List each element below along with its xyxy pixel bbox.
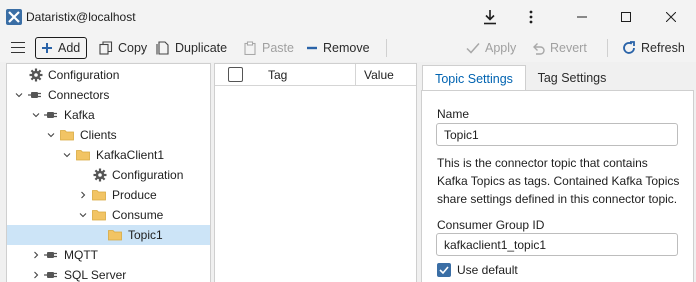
minus-icon bbox=[307, 46, 317, 50]
tree-item-kafka[interactable]: Kafka bbox=[7, 105, 210, 125]
undo-icon bbox=[533, 42, 545, 55]
download-icon bbox=[484, 10, 496, 25]
folder-icon bbox=[92, 210, 106, 221]
toolbar-divider bbox=[607, 39, 608, 57]
column-divider[interactable] bbox=[355, 64, 356, 86]
window-title: Dataristix@localhost bbox=[26, 10, 136, 24]
topic-settings-panel: Name This is the connector topic that co… bbox=[421, 90, 694, 282]
revert-button[interactable]: Revert bbox=[531, 37, 587, 59]
description-line: Kafka Topics as tags. Contained Kafka To… bbox=[437, 174, 680, 188]
tree-item-mqtt[interactable]: MQTT bbox=[7, 245, 210, 265]
close-icon bbox=[666, 12, 676, 22]
topic-description: This is the connector topic that contain… bbox=[437, 154, 689, 208]
menu-icon[interactable] bbox=[11, 42, 25, 54]
close-button[interactable] bbox=[648, 0, 694, 34]
folder-icon bbox=[108, 230, 122, 241]
description-line: share settings defined in this connector… bbox=[437, 192, 678, 206]
refresh-button[interactable]: Refresh bbox=[622, 37, 685, 59]
refresh-icon bbox=[623, 41, 635, 54]
tree-item-configuration[interactable]: Configuration bbox=[7, 65, 210, 85]
table-header: Tag Value bbox=[215, 64, 416, 86]
folder-icon bbox=[92, 190, 106, 201]
plug-icon bbox=[44, 272, 57, 278]
name-label: Name bbox=[437, 107, 470, 121]
plus-icon bbox=[42, 43, 52, 53]
remove-button[interactable]: Remove bbox=[306, 37, 370, 59]
apply-button[interactable]: Apply bbox=[466, 37, 516, 59]
more-options-button[interactable] bbox=[508, 0, 554, 34]
checkmark-icon bbox=[439, 266, 449, 275]
tag-table[interactable]: Tag Value bbox=[214, 63, 417, 282]
description-line: This is the connector topic that contain… bbox=[437, 156, 648, 170]
use-default-label: Use default bbox=[457, 263, 518, 277]
app-logo-icon bbox=[6, 9, 22, 25]
tab-tag-settings[interactable]: Tag Settings bbox=[526, 65, 618, 91]
chevron-right-icon[interactable] bbox=[78, 190, 88, 200]
plug-icon bbox=[44, 252, 57, 258]
gear-icon bbox=[29, 68, 43, 82]
chevron-down-icon[interactable] bbox=[46, 130, 56, 140]
select-all-checkbox[interactable] bbox=[228, 67, 243, 82]
duplicate-button[interactable]: Duplicate bbox=[156, 37, 227, 59]
chevron-down-icon[interactable] bbox=[14, 90, 24, 100]
toolbar-divider bbox=[386, 39, 387, 57]
tab-topic-settings[interactable]: Topic Settings bbox=[422, 65, 526, 91]
connector-tree[interactable]: Configuration Connectors Kafka Clients K… bbox=[6, 63, 211, 282]
chevron-down-icon[interactable] bbox=[31, 110, 41, 120]
consumer-group-field[interactable] bbox=[436, 233, 678, 256]
name-field[interactable] bbox=[436, 123, 678, 146]
title-bar: Dataristix@localhost bbox=[0, 0, 696, 34]
tree-item-kafkaclient1[interactable]: KafkaClient1 bbox=[7, 145, 210, 165]
tree-item-sql-server[interactable]: SQL Server bbox=[7, 265, 210, 282]
download-button[interactable] bbox=[467, 0, 513, 34]
paste-button[interactable]: Paste bbox=[243, 37, 294, 59]
checkmark-icon bbox=[466, 43, 480, 54]
folder-icon bbox=[76, 150, 90, 161]
paste-icon bbox=[244, 41, 256, 55]
maximize-button[interactable] bbox=[603, 0, 649, 34]
tree-item-clients[interactable]: Clients bbox=[7, 125, 210, 145]
copy-icon bbox=[99, 41, 113, 55]
chevron-right-icon[interactable] bbox=[31, 250, 41, 260]
gear-icon bbox=[93, 168, 107, 182]
tree-item-topic1[interactable]: Topic1 bbox=[7, 225, 210, 245]
more-vertical-icon bbox=[529, 10, 533, 24]
maximize-icon bbox=[621, 12, 631, 22]
minimize-button[interactable] bbox=[559, 0, 605, 34]
folder-icon bbox=[60, 130, 74, 141]
column-header-value[interactable]: Value bbox=[364, 68, 394, 82]
consumer-group-label: Consumer Group ID bbox=[437, 218, 545, 232]
use-default-checkbox[interactable] bbox=[437, 263, 451, 277]
copy-button[interactable]: Copy bbox=[99, 37, 147, 59]
chevron-right-icon[interactable] bbox=[31, 270, 41, 280]
tree-item-client-configuration[interactable]: Configuration bbox=[7, 165, 210, 185]
column-header-tag[interactable]: Tag bbox=[268, 68, 287, 82]
tree-item-consume[interactable]: Consume bbox=[7, 205, 210, 225]
minimize-icon bbox=[577, 16, 587, 18]
tree-item-connectors[interactable]: Connectors bbox=[7, 85, 210, 105]
settings-tabs: Topic Settings Tag Settings bbox=[420, 63, 696, 91]
plug-icon bbox=[44, 112, 57, 118]
tree-item-produce[interactable]: Produce bbox=[7, 185, 210, 205]
duplicate-icon bbox=[156, 41, 169, 55]
plug-icon bbox=[28, 92, 41, 98]
toolbar: Add Copy Duplicate Paste Remove Apply Re… bbox=[0, 34, 696, 62]
chevron-down-icon[interactable] bbox=[78, 210, 88, 220]
add-button[interactable]: Add bbox=[35, 37, 88, 59]
chevron-down-icon[interactable] bbox=[62, 150, 72, 160]
